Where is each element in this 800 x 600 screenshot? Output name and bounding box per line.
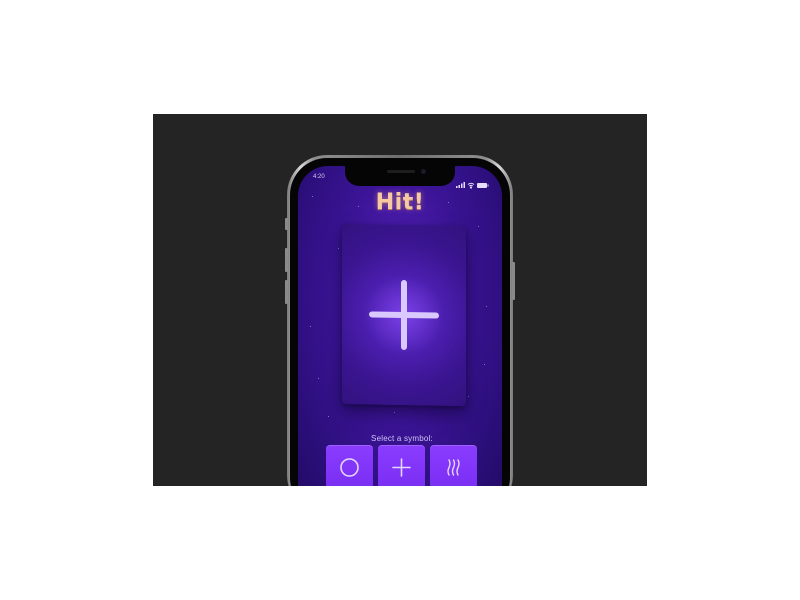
waves-icon xyxy=(447,459,460,476)
select-symbol-prompt: Select a symbol: xyxy=(371,434,433,443)
plus-icon xyxy=(369,279,439,351)
signal-icon xyxy=(456,182,465,188)
circle-icon xyxy=(340,458,359,477)
symbol-button-circle[interactable] xyxy=(326,445,373,489)
wifi-icon xyxy=(467,182,475,189)
phone-volume-down-button xyxy=(285,280,288,304)
status-time: 4:20 xyxy=(313,174,325,180)
symbol-button-plus[interactable] xyxy=(378,445,425,489)
page-bottom-cover xyxy=(0,486,800,600)
phone-camera xyxy=(421,169,426,174)
credit-text xyxy=(636,438,644,478)
symbol-card xyxy=(342,223,466,407)
phone-speaker xyxy=(387,170,415,173)
plus-icon xyxy=(392,458,411,477)
phone-notch xyxy=(345,166,455,186)
status-icons xyxy=(456,174,490,189)
symbol-button-waves[interactable] xyxy=(430,445,477,489)
result-title: Hit! xyxy=(375,190,425,215)
battery-icon xyxy=(477,183,489,188)
phone-volume-up-button xyxy=(285,248,288,272)
phone-power-button xyxy=(512,262,515,300)
phone-silent-switch xyxy=(285,218,288,230)
